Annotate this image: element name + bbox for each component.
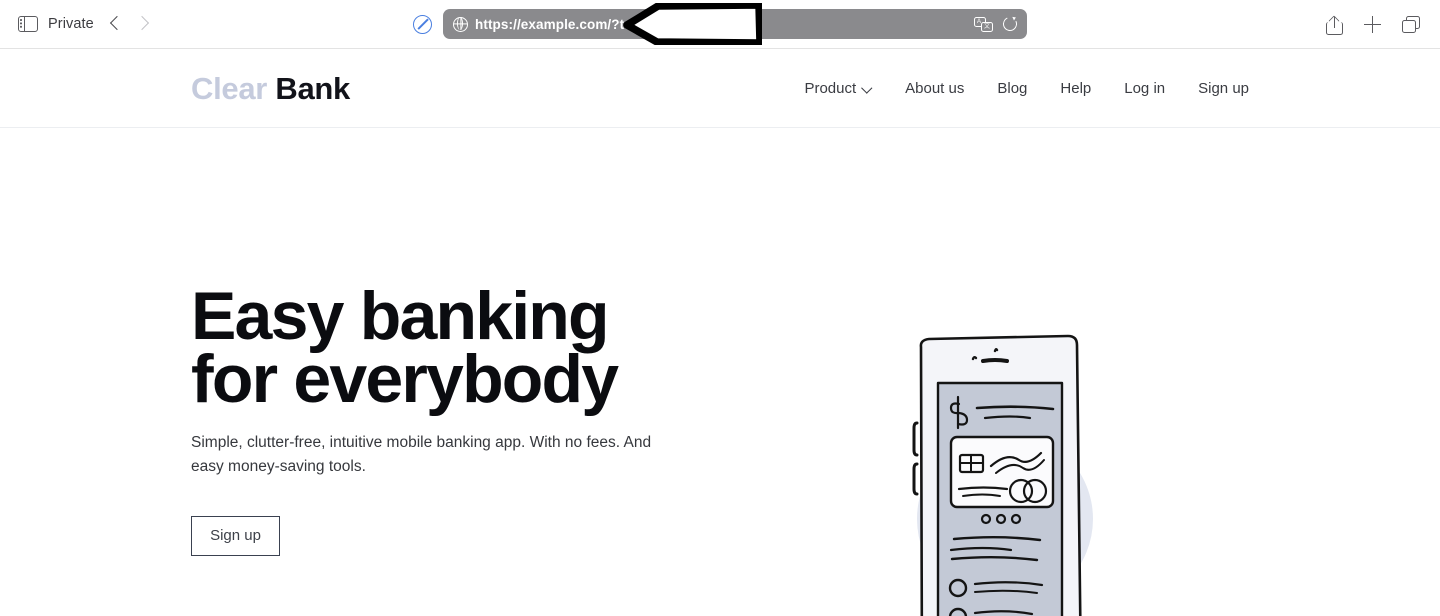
address-bar[interactable]: https://example.com/?test A文 — [443, 9, 1027, 39]
share-icon[interactable] — [1326, 15, 1343, 35]
logo-word-clear: Clear — [191, 70, 268, 106]
browser-toolbar: Private https://example.com/?test A文 — [0, 0, 1440, 49]
nav-item-log-in[interactable]: Log in — [1124, 80, 1165, 97]
site-logo[interactable]: Clear Bank — [191, 73, 350, 104]
nav-item-blog[interactable]: Blog — [997, 80, 1027, 97]
nav-item-about-us[interactable]: About us — [905, 80, 964, 97]
main-navigation: Product About us Blog Help Log in Sign u… — [804, 80, 1249, 97]
sidebar-toggle-icon[interactable] — [18, 16, 38, 32]
toolbar-left-group: Private — [0, 15, 148, 33]
tabs-icon[interactable] — [1402, 16, 1420, 33]
reload-icon[interactable] — [1001, 15, 1019, 33]
translate-icon[interactable]: A文 — [974, 16, 993, 32]
plus-icon[interactable] — [1364, 16, 1381, 33]
hero-section: Easy banking for everybody Simple, clutt… — [0, 128, 1440, 616]
hero-copy: Easy banking for everybody Simple, clutt… — [191, 128, 751, 556]
navigation-arrows — [110, 15, 148, 33]
globe-icon — [453, 16, 468, 32]
toolbar-center-group: https://example.com/?test A文 — [0, 0, 1440, 48]
private-browsing-label: Private — [48, 16, 94, 32]
back-button[interactable] — [110, 15, 121, 33]
chevron-down-icon — [863, 84, 872, 93]
hero-sign-up-button[interactable]: Sign up — [191, 515, 280, 556]
hero-subtitle: Simple, clutter-free, intuitive mobile b… — [191, 434, 652, 475]
nav-item-sign-up[interactable]: Sign up — [1198, 80, 1249, 97]
address-bar-actions: A文 — [974, 15, 1019, 33]
privacy-blocked-icon[interactable] — [413, 14, 432, 34]
nav-item-product[interactable]: Product — [804, 80, 872, 97]
forward-button[interactable] — [137, 15, 148, 33]
address-bar-text: https://example.com/?test — [475, 16, 645, 32]
toolbar-right-group — [1326, 0, 1420, 49]
page-title: Easy banking for everybody — [191, 278, 619, 418]
hero-illustration — [855, 333, 1155, 616]
nav-item-help[interactable]: Help — [1060, 80, 1091, 97]
site-header: Clear Bank Product About us Blog Help Lo… — [0, 49, 1440, 128]
logo-word-bank: Bank — [275, 70, 350, 106]
nav-label-product: Product — [804, 79, 857, 97]
